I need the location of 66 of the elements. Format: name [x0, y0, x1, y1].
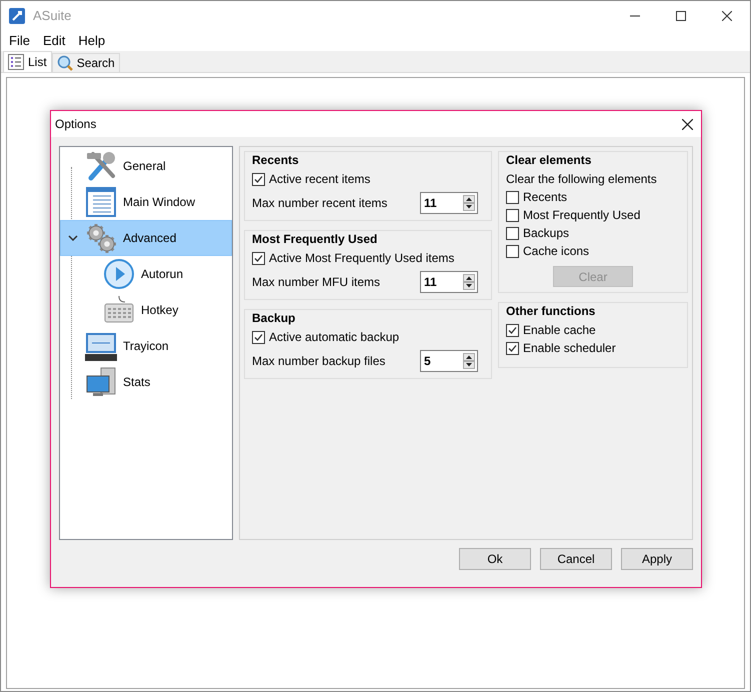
- checkbox[interactable]: [506, 244, 519, 258]
- description-text: Clear the following elements: [506, 171, 658, 188]
- dialog-button[interactable]: Ok: [459, 548, 531, 570]
- gears-icon: [85, 222, 117, 254]
- spin-arrows-icon: [463, 195, 475, 211]
- tree-item[interactable]: Main Window: [60, 184, 232, 220]
- tray-icon: [85, 330, 117, 362]
- group-title: Most Frequently Used: [252, 231, 378, 247]
- checkmark-icon: [254, 174, 263, 184]
- checkbox[interactable]: [506, 226, 519, 240]
- field-label: Max number backup files: [252, 353, 386, 370]
- checkbox[interactable]: [252, 172, 265, 186]
- checkbox-label: Backups: [523, 225, 570, 242]
- checkbox-label: Enable scheduler: [523, 340, 616, 357]
- list-icon: [8, 54, 24, 70]
- checkbox[interactable]: [506, 190, 519, 204]
- chevron-down-icon[interactable]: [68, 235, 78, 241]
- number-spinner[interactable]: 5: [420, 350, 478, 372]
- spin-arrows-icon: [463, 353, 475, 369]
- tree-item[interactable]: Trayicon: [60, 328, 232, 364]
- close-icon[interactable]: [682, 118, 693, 130]
- group-title: Clear elements: [506, 152, 592, 168]
- checkbox-label: Cache icons: [523, 243, 590, 260]
- field-label: Max number MFU items: [252, 274, 380, 291]
- group-title: Other functions: [506, 303, 596, 319]
- checkbox-label: Enable cache: [523, 322, 596, 339]
- number-spinner[interactable]: 11: [420, 271, 478, 293]
- checkbox-label: Active automatic backup: [269, 329, 400, 346]
- tree-item[interactable]: Hotkey: [60, 292, 232, 328]
- checkbox-label: Recents: [523, 189, 568, 206]
- checkmark-icon: [254, 254, 263, 262]
- dialog-title: Options: [55, 116, 96, 133]
- close-icon: [722, 11, 732, 21]
- spin-arrows-icon: [463, 274, 475, 290]
- field-label: Max number recent items: [252, 195, 388, 212]
- tree-item[interactable]: Stats: [60, 364, 232, 400]
- tree-item[interactable]: General: [60, 148, 232, 184]
- tab[interactable]: Search: [52, 53, 120, 72]
- maximize-icon: [676, 11, 686, 21]
- play-icon: [103, 258, 135, 290]
- group-title: Recents: [252, 152, 300, 168]
- checkbox[interactable]: [506, 208, 519, 222]
- group-title: Backup: [252, 310, 296, 326]
- checkbox[interactable]: [506, 324, 519, 336]
- checkbox[interactable]: [252, 252, 265, 264]
- window-icon: [85, 186, 117, 218]
- menu-item[interactable]: Help: [78, 31, 106, 51]
- dialog-button[interactable]: Cancel: [540, 548, 612, 570]
- computer-icon: [85, 366, 117, 398]
- tree-item[interactable]: Autorun: [60, 256, 232, 292]
- window-title: ASuite: [33, 7, 72, 26]
- checkbox[interactable]: [506, 342, 519, 354]
- checkbox-label: Active Most Frequently Used items: [269, 250, 454, 267]
- dialog-button[interactable]: Apply: [621, 548, 693, 570]
- rocket-icon: [9, 8, 25, 24]
- tree-item[interactable]: Advanced: [60, 220, 232, 256]
- number-spinner[interactable]: 11: [420, 192, 478, 214]
- menu-item[interactable]: File: [9, 31, 30, 51]
- checkbox-label: Most Frequently Used: [523, 207, 640, 224]
- menu-item[interactable]: Edit: [42, 31, 66, 51]
- tab[interactable]: List: [3, 51, 52, 72]
- checkbox-label: Active recent items: [269, 171, 370, 188]
- tools-icon: [85, 150, 117, 182]
- checkmark-icon: [254, 332, 263, 342]
- search-icon: [56, 55, 73, 71]
- checkbox[interactable]: [252, 330, 265, 344]
